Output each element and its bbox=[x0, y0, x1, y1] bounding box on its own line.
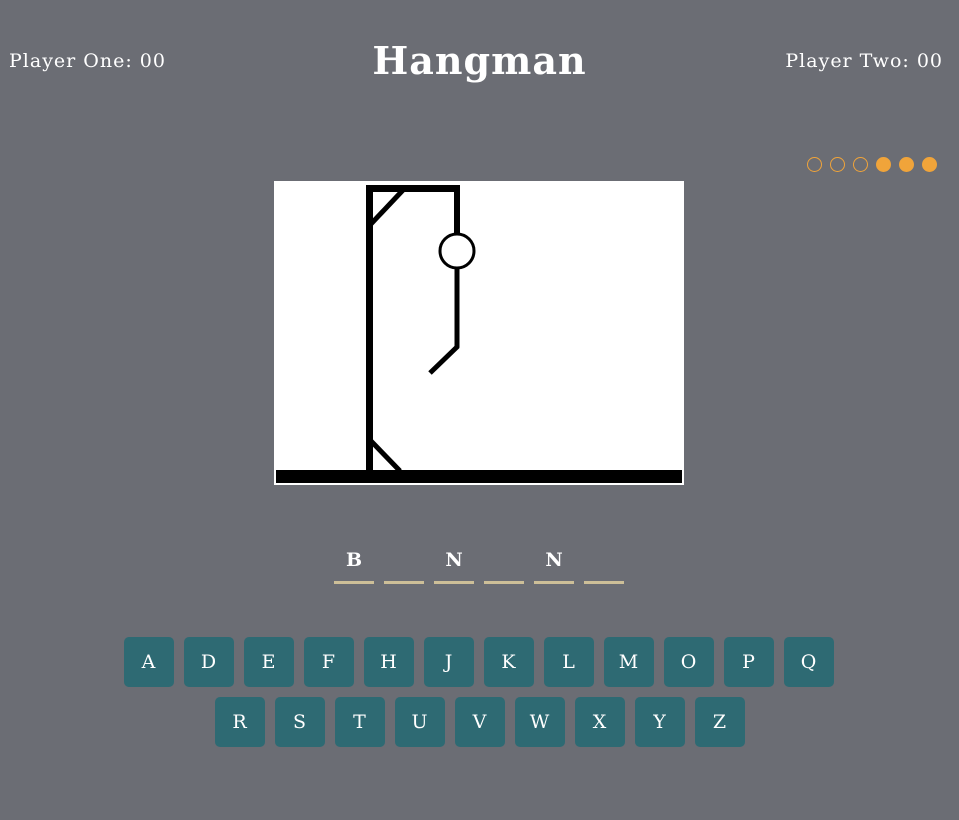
lives-indicator bbox=[807, 157, 937, 172]
gallows-base bbox=[276, 470, 682, 483]
gallows-bottom-brace bbox=[369, 439, 402, 473]
key-y-button[interactable]: Y bbox=[634, 697, 685, 747]
key-t-button[interactable]: T bbox=[334, 697, 385, 747]
hangman-canvas bbox=[276, 185, 682, 483]
key-u-button[interactable]: U bbox=[394, 697, 445, 747]
hangman-head bbox=[438, 232, 476, 270]
letter-keyboard: ADEFHJKLMOPQ RSTUVWXYZ bbox=[0, 637, 959, 757]
key-o-button[interactable]: O bbox=[663, 637, 714, 687]
key-l-button[interactable]: L bbox=[543, 637, 594, 687]
life-remaining-dot bbox=[899, 157, 914, 172]
key-r-button[interactable]: R bbox=[214, 697, 265, 747]
gallows-top-brace bbox=[368, 187, 406, 227]
word-slots: BNN bbox=[334, 544, 624, 584]
letter-slot: N bbox=[534, 544, 574, 584]
letter-slot bbox=[484, 544, 524, 584]
letter-slot: B bbox=[334, 544, 374, 584]
hangman-drawing bbox=[274, 181, 684, 485]
key-p-button[interactable]: P bbox=[723, 637, 774, 687]
life-remaining-dot bbox=[876, 157, 891, 172]
life-lost-dot bbox=[807, 157, 822, 172]
life-remaining-dot bbox=[922, 157, 937, 172]
player-two-score: Player Two: 00 bbox=[785, 50, 943, 72]
keyboard-row-2: RSTUVWXYZ bbox=[0, 697, 959, 747]
keyboard-row-1: ADEFHJKLMOPQ bbox=[0, 637, 959, 687]
letter-slot bbox=[384, 544, 424, 584]
key-f-button[interactable]: F bbox=[303, 637, 354, 687]
letter-slot bbox=[584, 544, 624, 584]
key-d-button[interactable]: D bbox=[183, 637, 234, 687]
key-e-button[interactable]: E bbox=[243, 637, 294, 687]
key-v-button[interactable]: V bbox=[454, 697, 505, 747]
header: Player One: 00 Hangman Player Two: 00 bbox=[0, 0, 959, 120]
letter-slot: N bbox=[434, 544, 474, 584]
key-h-button[interactable]: H bbox=[363, 637, 414, 687]
life-lost-dot bbox=[830, 157, 845, 172]
gallows-rope bbox=[454, 185, 460, 233]
key-k-button[interactable]: K bbox=[483, 637, 534, 687]
key-j-button[interactable]: J bbox=[423, 637, 474, 687]
key-m-button[interactable]: M bbox=[603, 637, 654, 687]
gallows-beam bbox=[366, 185, 460, 192]
key-s-button[interactable]: S bbox=[274, 697, 325, 747]
key-q-button[interactable]: Q bbox=[783, 637, 834, 687]
key-z-button[interactable]: Z bbox=[694, 697, 745, 747]
key-a-button[interactable]: A bbox=[123, 637, 174, 687]
gallows-pole bbox=[366, 185, 373, 471]
hangman-left-leg bbox=[428, 344, 460, 375]
life-lost-dot bbox=[853, 157, 868, 172]
key-x-button[interactable]: X bbox=[574, 697, 625, 747]
key-w-button[interactable]: W bbox=[514, 697, 565, 747]
